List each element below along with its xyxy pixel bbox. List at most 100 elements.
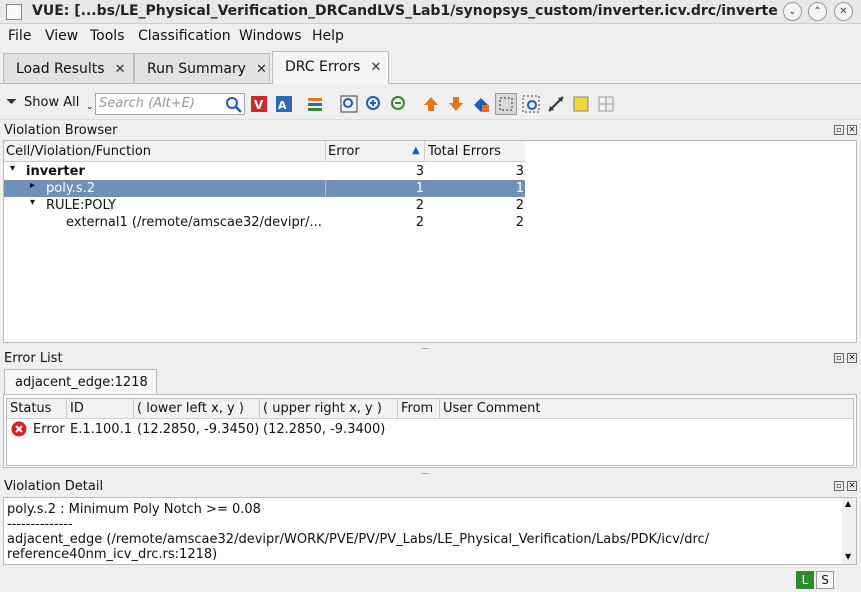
close-icon[interactable]: ✕	[847, 481, 857, 491]
filter-icon: ⏷	[6, 94, 18, 110]
menu-file[interactable]: File	[8, 28, 31, 44]
note-icon[interactable]	[572, 95, 590, 113]
show-all-button[interactable]: Show All	[24, 95, 79, 110]
zoom-in-icon[interactable]	[365, 95, 383, 113]
menu-bar: File View Tools Classification Windows H…	[0, 25, 861, 47]
error-count: 3	[415, 164, 424, 179]
float-icon[interactable]: ▫	[834, 481, 844, 491]
svg-text:V: V	[254, 98, 264, 112]
clear-icon[interactable]	[472, 95, 490, 113]
status-l-indicator[interactable]: L	[796, 571, 814, 589]
total-count: 2	[515, 215, 524, 230]
expand-down-icon[interactable]: ▾	[30, 197, 35, 208]
table-row[interactable]: Error E.1.100.1 (12.2850, -9.3450) (12.2…	[7, 420, 853, 440]
vertical-scrollbar[interactable]: ▲ ▼	[842, 498, 856, 564]
tab-label: Run Summary	[147, 61, 246, 77]
column-header-total[interactable]: Total Errors	[428, 144, 501, 159]
tab-run-summary[interactable]: Run Summary ✕	[134, 53, 270, 83]
menu-windows[interactable]: Windows	[239, 28, 302, 44]
close-icon[interactable]: ✕	[370, 60, 381, 75]
search-icon[interactable]	[225, 96, 243, 114]
violation-detail-text[interactable]: poly.s.2 : Minimum Poly Notch >= 0.08 --…	[3, 497, 857, 565]
column-header-upper-right[interactable]: ( upper right x, y )	[263, 401, 382, 416]
splitter-handle[interactable]: ......	[421, 468, 441, 476]
sort-up-icon: ▲	[412, 145, 420, 156]
error-count: 2	[415, 198, 424, 213]
ruler-icon[interactable]	[547, 95, 565, 113]
float-icon[interactable]: ▫	[834, 353, 844, 363]
status-s-indicator[interactable]: S	[816, 571, 834, 589]
total-count: 3	[515, 164, 524, 179]
maximize-button[interactable]: ⌃	[808, 2, 827, 21]
tree-label: external1 (/remote/amscae32/devipr/...	[66, 215, 322, 230]
tab-bar: Load Results ✕ Run Summary ✕ DRC Errors ✕	[0, 48, 861, 84]
status-cell: Error	[33, 422, 65, 437]
tree-row[interactable]: ▾ RULE:POLY 2 2	[4, 197, 525, 214]
close-icon[interactable]: ✕	[115, 62, 126, 77]
list-icon[interactable]	[306, 95, 324, 113]
splitter-handle[interactable]: ......	[421, 343, 441, 351]
menu-classification[interactable]: Classification	[138, 28, 231, 44]
column-header-comment[interactable]: User Comment	[443, 401, 540, 416]
annotate-icon[interactable]: A	[275, 95, 293, 113]
close-icon[interactable]: ✕	[256, 62, 267, 77]
zoom-fit-icon[interactable]	[340, 95, 358, 113]
tab-adjacent-edge[interactable]: adjacent_edge:1218	[4, 369, 157, 395]
error-icon	[11, 421, 27, 437]
tree-row[interactable]: ▸ poly.s.2 1 1	[4, 180, 525, 197]
chevron-down-icon[interactable]: ⌄	[86, 102, 94, 112]
tree-label: poly.s.2	[46, 181, 95, 196]
float-icon[interactable]: ▫	[834, 125, 844, 135]
arrow-down-icon[interactable]	[447, 95, 465, 113]
menu-tools[interactable]: Tools	[90, 28, 125, 44]
svg-text:A: A	[278, 99, 287, 112]
scroll-up-icon[interactable]: ▲	[845, 499, 851, 508]
expand-right-icon[interactable]: ▸	[30, 180, 35, 191]
window-title: VUE: [...bs/LE_Physical_Verification_DRC…	[32, 3, 777, 19]
column-header-id[interactable]: ID	[70, 401, 84, 416]
detail-line: --------------	[7, 517, 73, 532]
column-header-status[interactable]: Status	[10, 401, 51, 416]
scroll-down-icon[interactable]: ▼	[845, 552, 851, 561]
violation-detail-title: Violation Detail	[4, 479, 104, 494]
column-header-cell[interactable]: Cell/Violation/Function	[6, 144, 151, 159]
arrow-up-icon[interactable]	[422, 95, 440, 113]
upper-right-cell: (12.2850, -9.3400)	[263, 422, 386, 437]
detail-lines: poly.s.2 : Minimum Poly Notch >= 0.08 --…	[7, 502, 837, 562]
menu-help[interactable]: Help	[312, 28, 344, 44]
tree-row[interactable]: ▾ inverter 3 3	[4, 163, 525, 180]
column-header-lower-left[interactable]: ( lower left x, y )	[137, 401, 244, 416]
detail-line: reference40nm_icv_drc.rs:1218)	[7, 547, 218, 562]
error-list-title: Error List	[4, 351, 63, 366]
highlight-icon[interactable]: V	[250, 95, 268, 113]
error-count: 2	[415, 215, 424, 230]
expand-down-icon[interactable]: ▾	[10, 163, 15, 174]
zoom-out-icon[interactable]	[390, 95, 408, 113]
selection-divider	[325, 180, 326, 197]
tree-row[interactable]: external1 (/remote/amscae32/devipr/... 2 2	[4, 214, 525, 231]
tree-label: inverter	[26, 164, 85, 179]
tab-drc-errors[interactable]: DRC Errors ✕	[272, 51, 389, 84]
close-button[interactable]: ✕	[834, 2, 853, 21]
tab-load-results[interactable]: Load Results ✕	[3, 53, 134, 83]
total-count: 1	[515, 181, 524, 196]
error-header: Status ID ( lower left x, y ) ( upper ri…	[7, 399, 853, 419]
tree-label: RULE:POLY	[46, 198, 116, 213]
total-count: 2	[515, 198, 524, 213]
tree-header: Cell/Violation/Function Error ▲ Total Er…	[4, 141, 525, 162]
close-icon[interactable]: ✕	[847, 125, 857, 135]
column-header-from[interactable]: From	[401, 401, 433, 416]
id-cell: E.1.100.1	[70, 422, 132, 437]
menu-view[interactable]: View	[45, 28, 78, 44]
zoom-box-icon[interactable]	[522, 95, 540, 113]
search-input[interactable]: Search (Alt+E)	[95, 93, 245, 115]
grid-icon[interactable]	[597, 95, 615, 113]
minimize-button[interactable]: ⌄	[783, 2, 802, 21]
close-icon[interactable]: ✕	[847, 353, 857, 363]
select-mode-icon[interactable]	[495, 93, 517, 115]
detail-line: adjacent_edge (/remote/amscae32/devipr/W…	[7, 532, 710, 547]
error-count: 1	[415, 181, 424, 196]
column-header-error[interactable]: Error	[328, 144, 360, 159]
tab-label: Load Results	[16, 61, 105, 77]
violation-browser-title: Violation Browser	[4, 123, 118, 138]
